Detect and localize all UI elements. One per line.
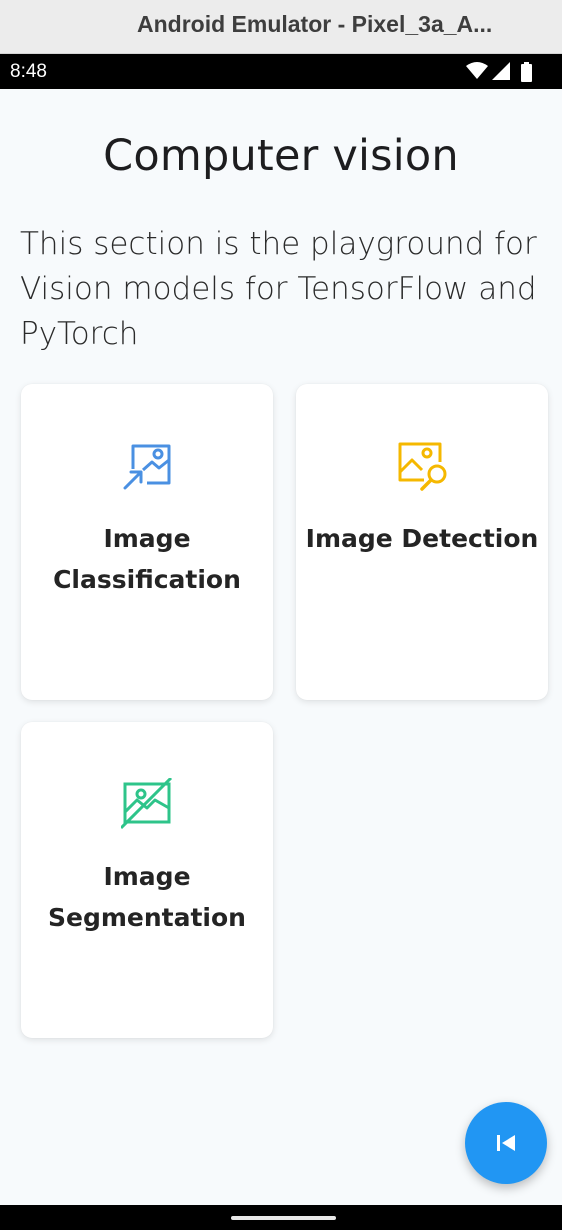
card-label: Image Detection: [305, 524, 539, 553]
image-segmentation-icon: [121, 778, 173, 830]
skip-previous-icon: [497, 1135, 515, 1151]
wifi-icon: [466, 62, 488, 79]
card-label: Image Segmentation: [48, 862, 246, 932]
image-classification-icon: [123, 444, 171, 490]
status-time: 8:48: [10, 61, 47, 82]
emulator-title-bar: Android Emulator - Pixel_3a_A...: [0, 0, 562, 54]
signal-icon: [492, 62, 510, 80]
card-image-detection[interactable]: Image Detection: [296, 384, 548, 700]
home-gesture-handle[interactable]: [231, 1216, 336, 1220]
navigation-bar: [0, 1205, 562, 1230]
battery-icon: [521, 62, 532, 82]
page-description: This section is the playground for Visio…: [20, 226, 537, 352]
status-bar: 8:48: [0, 54, 562, 89]
page-title: Computer vision: [103, 131, 459, 181]
image-search-icon: [398, 442, 447, 491]
card-image-segmentation[interactable]: Image Segmentation: [21, 722, 273, 1038]
card-label: Image Classification: [53, 524, 241, 594]
card-image-classification[interactable]: Image Classification: [21, 384, 273, 700]
app-screen: Computer vision This section is the play…: [0, 89, 562, 1205]
window-title: Android Emulator - Pixel_3a_A...: [137, 11, 493, 37]
back-fab-button[interactable]: [465, 1102, 547, 1184]
